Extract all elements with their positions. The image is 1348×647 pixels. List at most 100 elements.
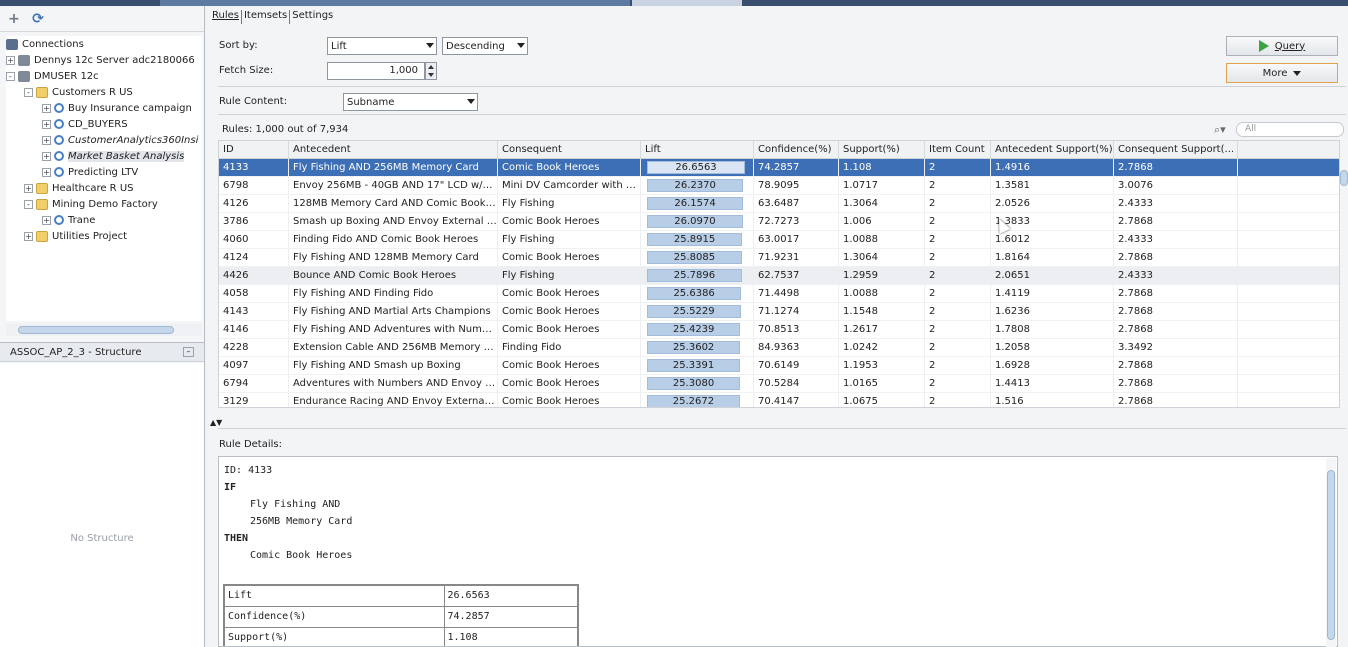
cell-item-count: 2 xyxy=(925,303,991,320)
cell-item-count: 2 xyxy=(925,267,991,284)
cell-id: 3786 xyxy=(219,213,289,230)
rule-content-select[interactable]: Subname xyxy=(343,93,478,111)
splitter-arrows-icon[interactable]: ▲▼ xyxy=(210,418,222,427)
more-button[interactable]: More xyxy=(1226,63,1338,83)
expand-icon[interactable]: + xyxy=(24,183,33,193)
column-header-id[interactable]: ID xyxy=(219,141,289,158)
lift-bar: 26.6563 xyxy=(647,161,745,174)
tree-node[interactable]: + Predicting LTV xyxy=(6,164,202,180)
fetch-size-input[interactable]: 1,000 xyxy=(327,62,425,80)
tree-node[interactable]: - DMUSER 12c xyxy=(6,68,202,84)
details-vertical-scrollbar[interactable] xyxy=(1326,458,1336,647)
table-row[interactable]: 4060 Finding Fido AND Comic Book Heroes Fl… xyxy=(219,231,1339,249)
table-row[interactable]: 4146 Fly Fishing AND Adventures with Numb… xyxy=(219,321,1339,339)
cell-antecedent-support: 2.0651 xyxy=(991,267,1114,284)
collapse-icon[interactable]: - xyxy=(24,199,33,209)
cell-id: 4060 xyxy=(219,231,289,248)
cell-id: 4124 xyxy=(219,249,289,266)
tree-node[interactable]: + CD_BUYERS xyxy=(6,116,202,132)
sort-order-select[interactable]: Descending xyxy=(442,37,528,55)
cell-confidence: 63.0017 xyxy=(754,231,839,248)
expand-icon[interactable]: + xyxy=(6,55,15,65)
table-row[interactable]: 4124 Fly Fishing AND 128MB Memory Card Com… xyxy=(219,249,1339,267)
table-row[interactable]: 6798 Envoy 256MB - 40GB AND 17" LCD w/bui… xyxy=(219,177,1339,195)
cell-antecedent: Adventures with Numbers AND Envoy Ext... xyxy=(289,375,498,392)
collapse-icon[interactable]: - xyxy=(6,71,15,81)
cell-confidence: 78.9095 xyxy=(754,177,839,194)
tree-node[interactable]: + Trane xyxy=(6,212,202,228)
column-header-item-count[interactable]: Item Count xyxy=(925,141,991,158)
rule-metrics-table: Lift 26.6563 Confidence(%) 74.2857 Suppo… xyxy=(223,584,579,646)
expand-icon[interactable]: + xyxy=(42,103,51,113)
tree-node[interactable]: - Mining Demo Factory xyxy=(6,196,202,212)
collapse-icon[interactable]: - xyxy=(24,87,33,97)
tab-rules[interactable]: Rules xyxy=(210,10,241,24)
expand-icon[interactable]: + xyxy=(24,231,33,241)
table-body: 4133 Fly Fishing AND 256MB Memory Card Com… xyxy=(219,159,1339,407)
expand-icon[interactable]: + xyxy=(42,119,51,129)
folder-icon xyxy=(36,230,48,242)
column-header-consequent-support[interactable]: Consequent Support(... xyxy=(1114,141,1238,158)
column-header-consequent[interactable]: Consequent xyxy=(498,141,641,158)
table-row[interactable]: 4228 Extension Cable AND 256MB Memory Car… xyxy=(219,339,1339,357)
tab-settings[interactable]: Settings xyxy=(289,10,335,24)
column-header-support[interactable]: Support(%) xyxy=(839,141,925,158)
tree-node[interactable]: + Healthcare R US xyxy=(6,180,202,196)
table-row[interactable]: 4126128MB Memory Card AND Comic Book Her… xyxy=(219,195,1339,213)
cell-filler xyxy=(1238,321,1339,338)
minimize-icon[interactable]: – xyxy=(183,347,194,357)
tree-horizontal-scrollbar[interactable] xyxy=(6,324,202,336)
table-row[interactable]: 4097 Fly Fishing AND Smash up Boxing Comic… xyxy=(219,357,1339,375)
cell-filler xyxy=(1238,303,1339,320)
cell-confidence: 71.4498 xyxy=(754,285,839,302)
filter-input[interactable]: All xyxy=(1236,122,1344,137)
tree-node[interactable]: + Buy Insurance campaign xyxy=(6,100,202,116)
expand-icon[interactable]: + xyxy=(42,167,51,177)
expand-icon[interactable]: + xyxy=(42,215,51,225)
table-row[interactable]: 3129 Endurance Racing AND Envoy External … xyxy=(219,393,1339,407)
database-icon xyxy=(18,70,30,82)
table-row[interactable]: 3786 Smash up Boxing AND Envoy External 6… xyxy=(219,213,1339,231)
add-connection-icon[interactable]: + xyxy=(6,11,22,27)
tree-node[interactable]: + CustomerAnalytics360Insi xyxy=(6,132,202,148)
tree-node-label: Mining Demo Factory xyxy=(52,198,158,210)
fetch-size-label: Fetch Size: xyxy=(219,65,274,76)
tree-node[interactable]: Connections xyxy=(6,36,202,52)
table-row[interactable]: 4143 Fly Fishing AND Martial Arts Champio… xyxy=(219,303,1339,321)
tree-node[interactable]: + Market Basket Analysis xyxy=(6,148,202,164)
tree-node[interactable]: - Customers R US xyxy=(6,84,202,100)
metric-value: 74.2857 xyxy=(443,605,579,628)
expand-icon[interactable]: + xyxy=(42,151,51,161)
table-row[interactable]: 4133 Fly Fishing AND 256MB Memory Card Com… xyxy=(219,159,1339,177)
cell-antecedent: Fly Fishing AND Finding Fido xyxy=(289,285,498,302)
database-icon xyxy=(18,54,30,66)
cell-filler xyxy=(1238,393,1339,407)
cell-antecedent-support: 1.2058 xyxy=(991,339,1114,356)
cell-antecedent-support: 1.516 xyxy=(991,393,1114,407)
search-icon[interactable]: ⌕▾ xyxy=(1214,123,1226,137)
tree-node[interactable]: + Dennys 12c Server adc2180066 xyxy=(6,52,202,68)
table-row[interactable]: 4058 Fly Fishing AND Finding Fido Comic Bo… xyxy=(219,285,1339,303)
refresh-connections-icon[interactable]: ⟳ xyxy=(30,11,46,27)
tree-node-label: Healthcare R US xyxy=(52,182,134,194)
tab-itemsets[interactable]: Itemsets xyxy=(240,10,289,24)
cell-id: 6794 xyxy=(219,375,289,392)
column-header-confidence[interactable]: Confidence(%) xyxy=(754,141,839,158)
tree-node-label: Connections xyxy=(22,38,84,50)
workflow-icon xyxy=(54,167,64,177)
form-divider xyxy=(218,114,1346,115)
cell-consequent: Finding Fido xyxy=(498,339,641,356)
column-header-lift[interactable]: Lift xyxy=(641,141,754,158)
tree-node[interactable]: + Utilities Project xyxy=(6,228,202,244)
table-row[interactable]: 6794 Adventures with Numbers AND Envoy Ex… xyxy=(219,375,1339,393)
antecedent-line-1: Fly Fishing AND xyxy=(250,499,341,510)
fetch-size-stepper[interactable] xyxy=(425,62,437,80)
column-header-antecedent-support[interactable]: Antecedent Support(%) xyxy=(991,141,1114,158)
table-row[interactable]: 4426 Bounce AND Comic Book Heroes Fly Fish… xyxy=(219,267,1339,285)
chevron-down-icon xyxy=(426,43,434,48)
table-vertical-scrollbar[interactable] xyxy=(1340,140,1348,408)
expand-icon[interactable]: + xyxy=(42,135,51,145)
sort-by-select[interactable]: Lift xyxy=(327,37,437,55)
column-header-antecedent[interactable]: Antecedent xyxy=(289,141,498,158)
query-button[interactable]: Query xyxy=(1226,36,1338,56)
